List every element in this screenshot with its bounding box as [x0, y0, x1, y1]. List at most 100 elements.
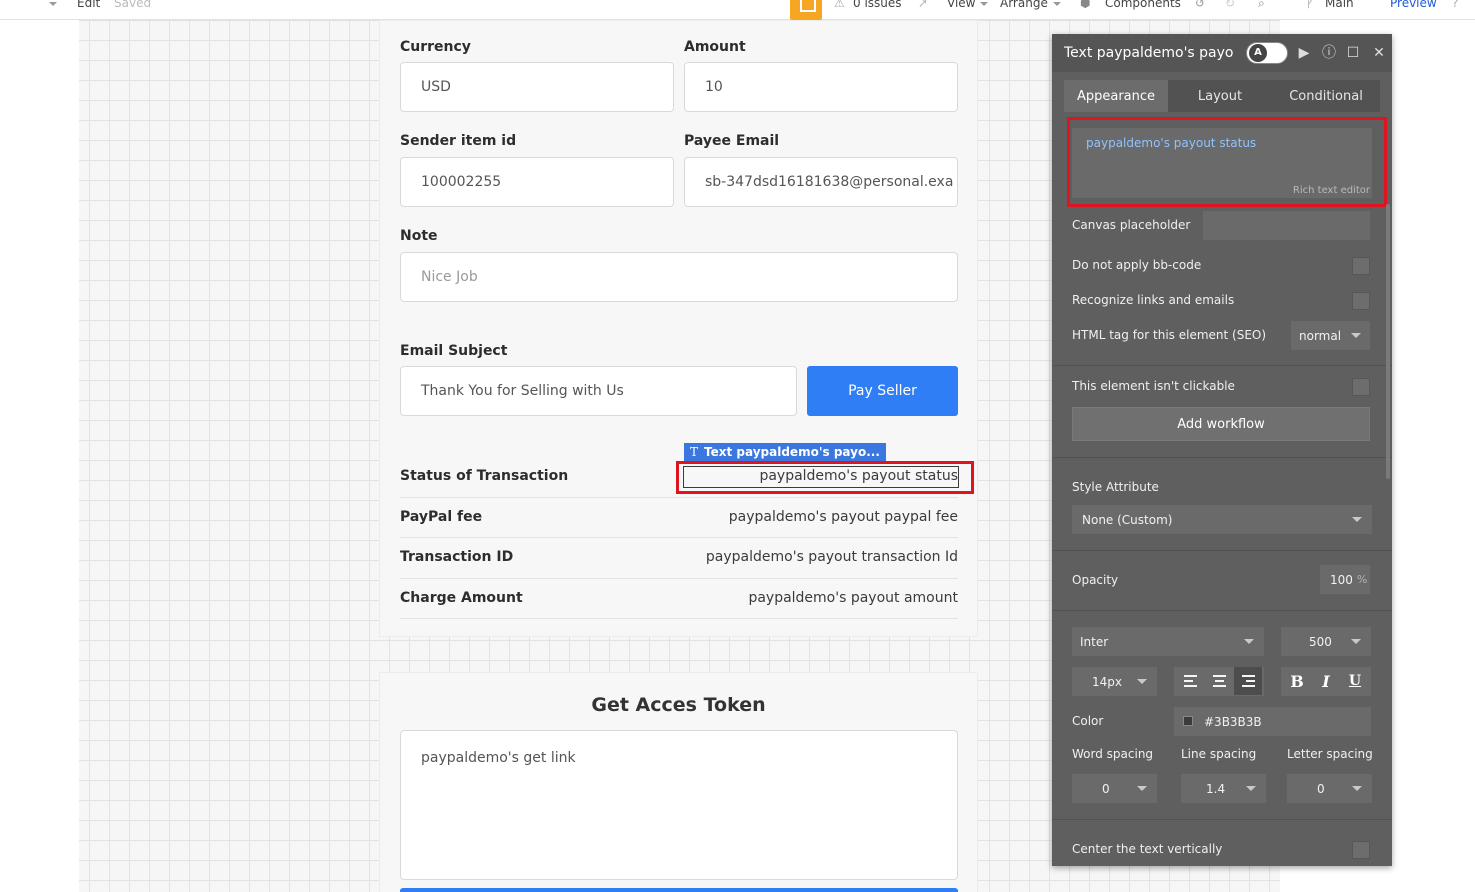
style-value: None (Custom)	[1082, 512, 1173, 527]
components-icon: ⬢	[1080, 0, 1091, 10]
section-divider	[1052, 365, 1392, 366]
view-menu[interactable]: View	[947, 0, 989, 10]
highlight-box	[676, 461, 974, 494]
align-center-icon[interactable]	[1205, 667, 1233, 695]
email-subject-label: Email Subject	[400, 343, 508, 359]
branch-icon: ᚹ	[1306, 0, 1314, 10]
italic-button[interactable]: I	[1312, 667, 1340, 695]
no-bbcode-label: Do not apply bb-code	[1072, 258, 1202, 272]
color-label: Color	[1072, 714, 1104, 728]
line-spacing-label: Line spacing	[1181, 747, 1257, 761]
style-dropdown[interactable]: None (Custom)	[1072, 505, 1372, 534]
chevron-down-icon	[1244, 639, 1254, 644]
chevron-down-icon	[1352, 786, 1362, 791]
opacity-input[interactable]: 100 %	[1320, 565, 1370, 594]
letter-spacing-input[interactable]: 0	[1287, 774, 1372, 803]
word-spacing-input[interactable]: 0	[1072, 774, 1157, 803]
opacity-label: Opacity	[1072, 573, 1119, 587]
font-family-value: Inter	[1080, 634, 1109, 649]
text-align-group	[1174, 667, 1264, 696]
section-divider	[1052, 819, 1392, 820]
font-weight-dropdown[interactable]: 500	[1281, 627, 1371, 656]
not-clickable-checkbox[interactable]	[1352, 378, 1370, 396]
property-editor-panel[interactable]: Text paypaldemo's payo A ▶ ⓘ ☐ ✕ Appeara…	[1052, 34, 1392, 866]
align-left-icon[interactable]	[1176, 667, 1204, 695]
bold-button[interactable]: B	[1283, 667, 1311, 695]
note-input[interactable]: Nice Job	[400, 252, 958, 302]
no-bbcode-checkbox[interactable]	[1352, 257, 1370, 275]
branch-selector[interactable]: Main	[1325, 0, 1354, 10]
opacity-unit: %	[1356, 573, 1368, 586]
amount-input[interactable]: 10	[684, 62, 958, 112]
search-icon[interactable]: ⌕	[1258, 0, 1265, 11]
underline-button[interactable]: U	[1341, 667, 1369, 695]
recognize-links-checkbox[interactable]	[1352, 292, 1370, 310]
letter-spacing-value: 0	[1317, 781, 1325, 796]
panel-scrollbar[interactable]	[1386, 204, 1390, 479]
html-tag-dropdown[interactable]: normal	[1291, 321, 1370, 350]
currency-input[interactable]: USD	[400, 62, 674, 112]
warning-icon: ⚠	[834, 0, 845, 10]
line-spacing-value: 1.4	[1206, 781, 1226, 796]
pay-seller-button[interactable]: Pay Seller	[807, 366, 958, 416]
get-token-button[interactable]	[400, 888, 958, 892]
sender-item-id-label: Sender item id	[400, 133, 517, 149]
selected-element-tag[interactable]: T Text paypaldemo's payo...	[684, 443, 886, 461]
row-divider	[400, 618, 958, 619]
align-right-icon[interactable]	[1234, 667, 1262, 695]
charge-amount-value[interactable]: paypaldemo's payout amount	[748, 590, 958, 606]
tab-layout[interactable]: Layout	[1168, 80, 1272, 112]
payee-email-input[interactable]: sb-347dsd16181638@personal.exa	[684, 157, 958, 207]
center-vertical-checkbox[interactable]	[1352, 841, 1370, 859]
info-icon[interactable]: ⓘ	[1321, 45, 1337, 61]
paypal-fee-label: PayPal fee	[400, 509, 483, 525]
payout-form-group[interactable]	[379, 20, 978, 637]
highlight-box	[1067, 117, 1387, 207]
font-size-value: 14px	[1092, 674, 1122, 689]
arrange-menu[interactable]: Arrange	[1000, 0, 1061, 10]
canvas-placeholder-label: Canvas placeholder	[1072, 218, 1191, 232]
view-menu-label: View	[947, 0, 976, 10]
access-token-link-box[interactable]: paypaldemo's get link	[400, 730, 958, 880]
edit-menu[interactable]: Edit	[77, 0, 100, 10]
row-divider	[400, 578, 958, 579]
add-workflow-button[interactable]: Add workflow	[1072, 407, 1370, 441]
font-family-dropdown[interactable]: Inter	[1072, 627, 1264, 656]
tab-conditional[interactable]: Conditional	[1272, 80, 1380, 112]
components-button[interactable]: Components	[1105, 0, 1181, 10]
menu-caret-icon[interactable]	[44, 0, 57, 10]
tab-appearance[interactable]: Appearance	[1064, 80, 1168, 112]
canvas-placeholder-input[interactable]	[1203, 211, 1370, 240]
element-toggle[interactable]: A	[1246, 42, 1288, 64]
issues-button[interactable]: 0 issues	[853, 0, 902, 10]
html-tag-value: normal	[1299, 328, 1342, 343]
chevron-down-icon	[1352, 517, 1362, 522]
text-element-icon: T	[690, 445, 699, 459]
preview-button[interactable]: Preview	[1390, 0, 1437, 10]
undo-icon[interactable]: ↺	[1195, 0, 1205, 10]
color-swatch[interactable]	[1183, 716, 1193, 726]
play-icon[interactable]: ▶	[1296, 45, 1312, 61]
line-spacing-input[interactable]: 1.4	[1181, 774, 1266, 803]
pointer-icon[interactable]: ➚	[918, 0, 928, 10]
redo-icon[interactable]: ↻	[1225, 0, 1235, 10]
close-icon[interactable]: ✕	[1371, 45, 1387, 61]
font-size-dropdown[interactable]: 14px	[1072, 667, 1157, 696]
toggle-letter: A	[1249, 44, 1267, 62]
sender-item-id-input[interactable]: 100002255	[400, 157, 674, 207]
comment-icon[interactable]: ☐	[1345, 45, 1361, 61]
help-icon[interactable]: ?	[1452, 0, 1458, 10]
html-tag-label: HTML tag for this element (SEO)	[1072, 328, 1267, 342]
paypal-fee-value[interactable]: paypaldemo's payout paypal fee	[729, 509, 958, 525]
panel-header[interactable]: Text paypaldemo's payo A ▶ ⓘ ☐ ✕	[1052, 34, 1392, 72]
style-attribute-label: Style Attribute	[1072, 480, 1159, 494]
home-icon[interactable]	[790, 0, 822, 20]
email-subject-input[interactable]: Thank You for Selling with Us	[400, 366, 797, 416]
color-picker-input[interactable]: #3B3B3B	[1174, 707, 1371, 736]
chevron-down-icon	[1137, 786, 1147, 791]
charge-amount-label: Charge Amount	[400, 590, 523, 606]
status-of-transaction-label: Status of Transaction	[400, 468, 569, 484]
arrange-menu-label: Arrange	[1000, 0, 1048, 10]
transaction-id-value[interactable]: paypaldemo's payout transaction Id	[706, 549, 958, 565]
word-spacing-value: 0	[1102, 781, 1110, 796]
